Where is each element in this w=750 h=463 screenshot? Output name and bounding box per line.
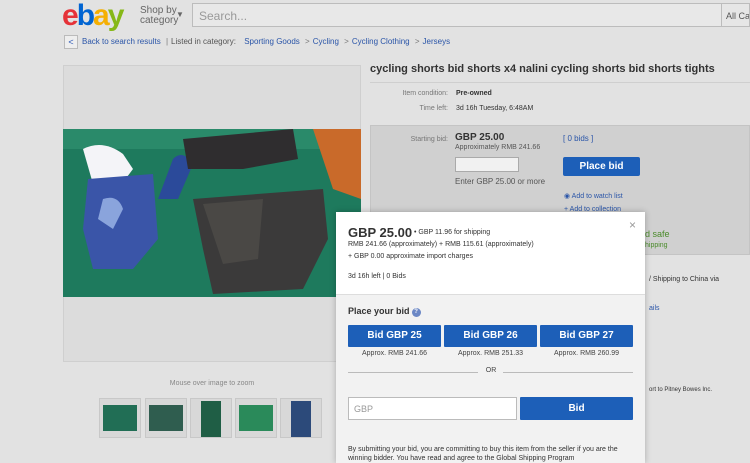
thumbnail-image [103,405,137,431]
breadcrumb-separator: > [305,37,310,46]
enter-bid-hint: Enter GBP 25.00 or more [455,177,546,186]
place-bid-button[interactable]: Place bid [563,157,640,176]
shop-by-category-button[interactable]: Shop by category ▼ [140,6,188,26]
modal-price: GBP 25.00 [348,225,413,240]
help-icon[interactable]: ? [411,308,421,317]
details-link[interactable]: ails [649,305,660,312]
logo-letter-y: y [107,0,125,32]
category-select[interactable]: All Categories [722,3,750,27]
search-input[interactable]: Search... [192,3,722,27]
shop-safe-text: d safe [645,229,670,239]
quick-bid-dialog: × GBP 25.00 • GBP 11.96 for shipping RMB… [336,212,645,463]
quick-bid-button-25[interactable]: Bid GBP 25 [348,325,441,347]
quick-bid-button-27[interactable]: Bid GBP 27 [540,325,633,347]
thumbnail[interactable] [235,398,277,438]
bid-legal-text: By submitting your bid, you are committi… [348,446,618,462]
approx-price: Approximately RMB 241.66 [455,144,541,151]
search-placeholder: Search... [199,9,248,23]
breadcrumb-divider: | [165,37,169,46]
title-divider [370,82,750,83]
thumbnail-image [201,401,221,437]
breadcrumb-jerseys[interactable]: Jerseys [423,37,451,46]
thumbnail-image [291,401,311,437]
quick-bid-button-26[interactable]: Bid GBP 26 [444,325,537,347]
close-icon[interactable]: × [629,218,636,232]
place-your-bid-label: Place your bid [348,306,410,316]
thumbnail-image [149,405,183,431]
quick-bid-approx: Approx. RMB 251.33 [458,350,523,357]
breadcrumb-cycling[interactable]: Cycling [313,37,339,46]
logo-letter-b: b [76,0,95,32]
breadcrumb-cycling-clothing[interactable]: Cycling Clothing [352,37,410,46]
custom-bid-placeholder: GBP [354,404,374,414]
quick-bid-approx: Approx. RMB 241.66 [362,350,427,357]
custom-bid-input[interactable]: GBP [348,397,517,420]
back-to-results-link[interactable]: Back to search results [82,37,161,46]
time-left-value: 3d 16h Tuesday, 6:48AM [456,105,534,112]
category-select-label: All Categories [726,11,750,21]
condition-label: Item condition: [402,90,448,97]
time-left-label: Time left: [419,105,448,112]
thumbnail[interactable] [280,398,322,438]
shop-by-label: Shop by category [140,5,179,26]
starting-bid-price: GBP 25.00 [455,132,505,143]
quick-bid-approx: Approx. RMB 260.99 [554,350,619,357]
chevron-down-icon: ▼ [176,10,184,19]
or-divider: OR [348,367,633,377]
modal-bid-section [336,294,645,463]
zoom-hint: Mouse over image to zoom [169,380,255,387]
thumbnail[interactable] [99,398,141,438]
logo-letter-e: e [62,0,79,32]
starting-bid-label: Starting bid: [410,136,448,143]
thumbnail[interactable] [145,398,187,438]
listed-in-label: Listed in category: [171,37,236,46]
thumbnail-image [239,405,273,431]
pitney-bowes-text: ort to Pitney Bowes Inc. [649,387,713,393]
modal-import-charges: + GBP 0.00 approximate import charges [348,253,473,260]
modal-time-bids: 3d 16h left | 0 Bids [348,273,406,280]
shipping-fragment: hipping [645,242,668,249]
eye-icon: ◉ [564,193,571,200]
breadcrumb: < Back to search results | Listed in categ… [64,35,450,49]
watch-list-label: Add to watch list [571,193,623,200]
thumbnail[interactable] [190,398,232,438]
add-to-watch-list-link[interactable]: ◉ Add to watch list [564,192,623,200]
item-photo-drawing [63,129,361,297]
breadcrumb-sporting-goods[interactable]: Sporting Goods [244,37,300,46]
item-title: cycling shorts bid shorts x4 nalini cycl… [370,63,715,75]
item-photo[interactable] [63,129,361,297]
bid-amount-input[interactable] [455,157,519,172]
breadcrumb-separator: > [414,37,420,46]
logo-letter-a: a [93,0,110,32]
modal-shipping: • GBP 11.96 for shipping [414,229,491,236]
modal-approx-rmb: RMB 241.66 (approximately) + RMB 115.61 … [348,241,534,248]
divider-line [348,372,478,373]
place-your-bid-heading: Place your bid? [348,306,421,317]
condition-value: Pre-owned [456,90,492,97]
breadcrumb-separator: > [344,37,349,46]
ebay-logo[interactable]: ebay [62,0,125,32]
divider-line [503,372,633,373]
back-arrow-icon[interactable]: < [64,35,78,49]
shipping-to-china-text: / Shipping to China via [649,276,720,283]
bid-submit-button[interactable]: Bid [520,397,633,420]
or-label: OR [485,367,497,374]
bids-count-link[interactable]: [ 0 bids ] [563,134,593,143]
